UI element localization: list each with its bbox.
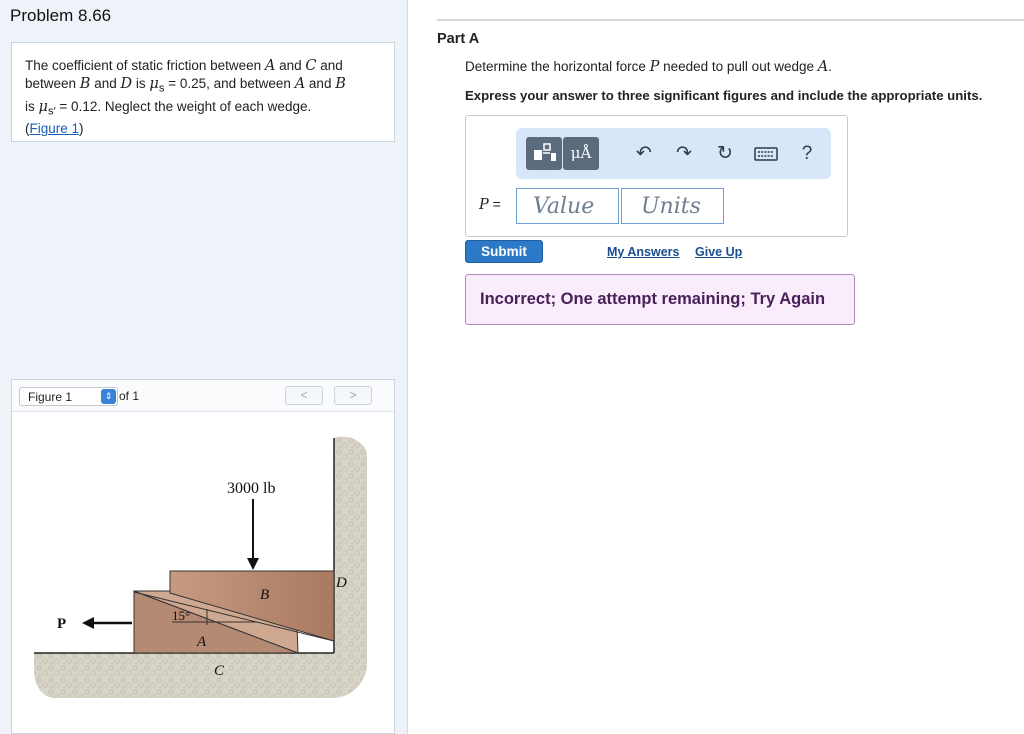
gravel-ground (34, 436, 367, 698)
next-figure-button[interactable]: > (334, 386, 372, 405)
submit-button[interactable]: Submit (465, 240, 543, 263)
label-wedge-a: A (196, 634, 207, 650)
label-wedge-b: B (260, 587, 269, 603)
part-title: Part A (437, 31, 480, 47)
left-pane: Problem 8.66 The coefficient of static f… (0, 0, 408, 734)
question-text: Determine the horizontal force P needed … (465, 59, 832, 75)
figure-select[interactable]: Figure 1 ⇕ (19, 387, 118, 406)
value-input[interactable] (516, 188, 619, 224)
label-wall: D (335, 575, 347, 591)
instruction-text: Express your answer to three significant… (465, 88, 983, 103)
figure-panel: Figure 1 ⇕ of 1 < > 3000 lb P B A D C 15… (11, 379, 395, 734)
wedge-figure: 3000 lb P B A D C 15° (34, 436, 367, 698)
templates-icon (534, 143, 556, 161)
problem-title: Problem 8.66 (10, 6, 112, 25)
symbols-button[interactable]: μÅ (563, 137, 599, 170)
problem-line-4: (Figure 1) (25, 121, 84, 137)
right-pane: Part A Determine the horizontal force P … (409, 0, 1024, 734)
keyboard-button[interactable] (753, 137, 779, 170)
problem-line-1: The coefficient of static friction betwe… (25, 58, 343, 74)
select-caret-icon: ⇕ (101, 389, 116, 404)
answer-variable-label: P = (479, 196, 501, 213)
templates-button[interactable] (526, 137, 562, 170)
problem-statement: The coefficient of static friction betwe… (11, 42, 395, 142)
undo-icon[interactable]: ↶ (632, 137, 656, 170)
label-angle: 15° (172, 608, 190, 623)
help-button[interactable]: ? (795, 137, 819, 170)
reset-icon[interactable]: ↻ (713, 137, 737, 170)
force-arrow-head (82, 617, 94, 629)
problem-line-3: is μs′ = 0.12. Neglect the weight of eac… (25, 98, 312, 118)
load-arrow-head (247, 558, 259, 570)
keyboard-icon (754, 147, 778, 161)
figure-link[interactable]: Figure 1 (30, 121, 80, 136)
redo-icon[interactable]: ↷ (672, 137, 696, 170)
units-input[interactable] (621, 188, 724, 224)
give-up-link[interactable]: Give Up (695, 245, 742, 259)
prev-figure-button[interactable]: < (285, 386, 323, 405)
figure-count: of 1 (119, 389, 140, 403)
my-answers-link[interactable]: My Answers (607, 245, 679, 259)
label-force: P (57, 616, 66, 632)
part-divider (437, 19, 1024, 21)
problem-line-2: between B and D is μs = 0.25, and betwee… (25, 76, 346, 95)
figure-toolbar: Figure 1 ⇕ of 1 < > (12, 380, 394, 412)
feedback-message: Incorrect; One attempt remaining; Try Ag… (465, 274, 855, 325)
math-toolbar: μÅ ↶ ↷ ↻ ? (516, 128, 831, 179)
answer-box: μÅ ↶ ↷ ↻ ? P = (465, 115, 848, 237)
label-floor: C (214, 663, 225, 679)
label-load: 3000 lb (227, 480, 275, 497)
